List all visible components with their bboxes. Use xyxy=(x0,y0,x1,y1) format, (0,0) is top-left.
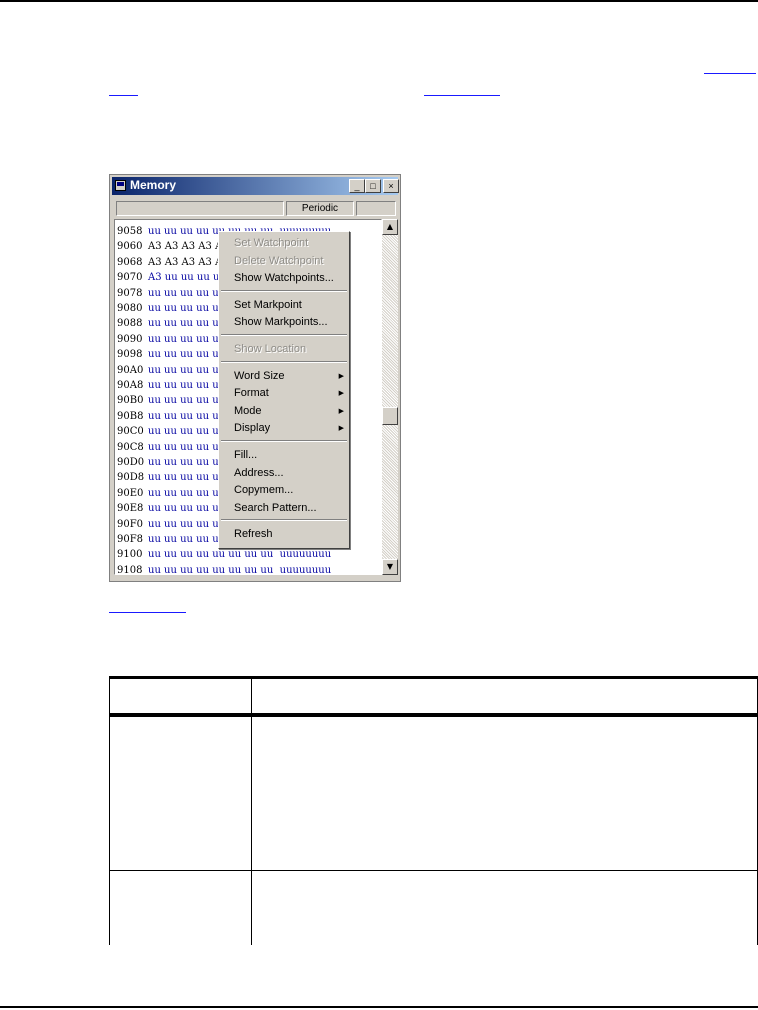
table-column-divider xyxy=(251,676,252,945)
menu-separator xyxy=(221,334,347,336)
status-field-address xyxy=(116,201,284,216)
menu-item-fill[interactable]: Fill... xyxy=(234,447,346,464)
menu-item-set-watchpoint: Set Watchpoint xyxy=(234,235,346,252)
memory-values[interactable]: uu uu uu uu uu uu uu uu uuuuuuuu xyxy=(148,565,331,574)
submenu-arrow-icon: ▶ xyxy=(338,425,344,433)
scroll-thumb[interactable] xyxy=(382,407,398,425)
menu-item-set-markpoint[interactable]: Set Markpoint xyxy=(234,297,346,314)
menu-item-label: Set Watchpoint xyxy=(234,237,309,249)
submenu-arrow-icon: ▶ xyxy=(338,372,344,380)
status-field-periodic[interactable]: Periodic xyxy=(286,201,354,216)
table-header-rule xyxy=(109,713,758,717)
menu-item-label: Copymem... xyxy=(234,484,294,497)
close-button[interactable]: × xyxy=(383,179,399,193)
scroll-up-arrow-icon[interactable]: ▲ xyxy=(382,219,398,235)
memory-values[interactable]: uu uu uu uu uu uu uu uu uuuuuuuu xyxy=(148,549,331,560)
memory-address: 9108 xyxy=(117,564,143,575)
scroll-down-arrow-icon[interactable]: ▼ xyxy=(382,559,398,575)
menu-separator xyxy=(221,440,347,442)
menu-item-label: Show Location xyxy=(234,343,307,355)
menu-item-show-location: Show Location xyxy=(234,341,346,358)
figure-caption-link[interactable] xyxy=(109,612,186,613)
menu-item-label: Word Size xyxy=(234,369,285,382)
menu-item-mode[interactable]: Mode ▶ xyxy=(234,403,346,420)
menu-item-label: Address... xyxy=(234,466,284,479)
menu-item-show-watchpoints[interactable]: Show Watchpoints... xyxy=(234,270,346,287)
menu-item-display[interactable]: Display ▶ xyxy=(234,420,346,437)
menu-item-address[interactable]: Address... xyxy=(234,465,346,482)
maximize-button[interactable]: □ xyxy=(365,179,381,193)
window-title: Memory xyxy=(130,178,177,192)
table-left-border xyxy=(109,676,110,945)
memory-row[interactable]: 9108 uu uu uu uu uu uu uu uu uuuuuuuu xyxy=(117,562,331,575)
menu-item-delete-watchpoint: Delete Watchpoint xyxy=(234,253,346,270)
menu-item-label: Format xyxy=(234,387,269,400)
menu-item-word-size[interactable]: Word Size ▶ xyxy=(234,368,346,385)
menu-item-refresh[interactable]: Refresh xyxy=(234,526,346,543)
vertical-scrollbar[interactable]: ▲ ▼ xyxy=(382,219,398,575)
menu-item-search-pattern[interactable]: Search Pattern... xyxy=(234,500,346,517)
menu-item-label: Set Markpoint xyxy=(234,298,302,311)
page-header-rule xyxy=(0,0,758,2)
submenu-arrow-icon: ▶ xyxy=(338,390,344,398)
status-field-extra xyxy=(356,201,396,216)
cross-reference-link-1b[interactable] xyxy=(109,95,138,96)
menu-item-label: Refresh xyxy=(234,528,273,541)
menu-separator xyxy=(221,289,347,292)
submenu-arrow-icon: ▶ xyxy=(338,407,344,415)
context-menu: Set Watchpoint Delete Watchpoint Show Watc… xyxy=(218,231,350,549)
menu-item-label: Show Watchpoints... xyxy=(234,272,334,285)
menu-item-format[interactable]: Format ▶ xyxy=(234,385,346,402)
title-bar[interactable]: Memory _ □ × xyxy=(112,177,399,195)
menu-item-label: Mode xyxy=(234,404,262,417)
menu-separator xyxy=(221,519,347,522)
menu-item-label: Search Pattern... xyxy=(234,501,317,514)
menu-item-label: Delete Watchpoint xyxy=(234,254,324,267)
menu-item-label: Show Markpoints... xyxy=(234,316,328,329)
menu-item-label: Fill... xyxy=(234,449,258,461)
cross-reference-link-2[interactable] xyxy=(424,95,500,96)
menu-item-label: Display xyxy=(234,422,271,435)
table-row-divider xyxy=(109,870,758,871)
minimize-button[interactable]: _ xyxy=(349,179,365,193)
menu-separator xyxy=(221,360,347,363)
cross-reference-link-1a[interactable] xyxy=(704,73,756,74)
menu-item-show-markpoints[interactable]: Show Markpoints... xyxy=(234,314,346,331)
status-bar: Periodic xyxy=(116,201,396,217)
memory-window-icon xyxy=(115,180,126,191)
menu-item-copymem[interactable]: Copymem... xyxy=(234,482,346,499)
page-footer-rule xyxy=(0,1006,758,1008)
table-top-rule xyxy=(109,676,758,679)
